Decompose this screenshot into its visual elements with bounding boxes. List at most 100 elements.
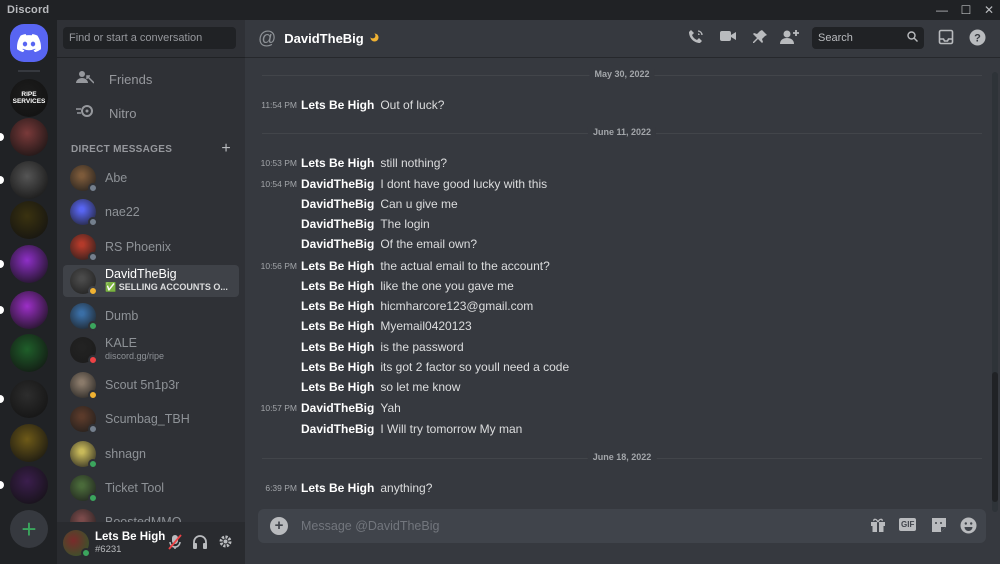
sticker-icon[interactable] [929, 517, 949, 535]
dm-list-item[interactable]: shnagn [63, 438, 239, 470]
chat-area: @ DavidTheBig Search ? May 30, 2022 June… [245, 20, 1000, 564]
svg-text:?: ? [974, 33, 981, 45]
conversation-search-input[interactable]: Find or start a conversation [63, 27, 236, 49]
direct-messages-label: DIRECT MESSAGES [71, 144, 173, 155]
message-author[interactable]: DavidTheBig [301, 237, 374, 251]
server-icon[interactable] [10, 201, 48, 239]
dm-list-item[interactable]: KALE discord.gg/ripe [63, 334, 239, 366]
nitro-nav-item[interactable]: Nitro [63, 98, 239, 128]
message-row[interactable]: 10:57 PM DavidTheBig Yah [245, 398, 985, 418]
message-row[interactable]: DavidTheBig Of the email own? [245, 234, 985, 254]
server-icon[interactable] [10, 161, 48, 199]
home-button[interactable] [10, 24, 48, 62]
friends-nav-item[interactable]: Friends [63, 64, 239, 94]
dm-list-item[interactable]: Dumb [63, 300, 239, 332]
message-content: still nothing? [380, 156, 448, 170]
dm-list-item[interactable]: Abe [63, 162, 239, 194]
add-server-button[interactable]: + [10, 510, 48, 548]
at-sign-icon: @ [258, 28, 277, 48]
user-avatar[interactable] [63, 530, 91, 558]
message-row[interactable]: 10:53 PM Lets Be High still nothing? [245, 153, 985, 173]
status-indicator [88, 286, 98, 296]
server-list: RIPE SERVICES + [0, 20, 57, 564]
message-row[interactable]: Lets Be High Myemail0420123 [245, 316, 985, 336]
message-timestamp: 10:54 PM [260, 179, 297, 189]
message-author[interactable]: DavidTheBig [301, 177, 374, 191]
message-row[interactable]: 6:39 PM Lets Be High anything? [245, 478, 985, 498]
message-author[interactable]: Lets Be High [301, 360, 374, 374]
gift-icon[interactable] [868, 517, 888, 535]
dm-list-item[interactable]: nae22 [63, 196, 239, 228]
video-call-icon[interactable] [718, 29, 738, 49]
message-content: Out of luck? [380, 98, 445, 112]
message-input[interactable]: Message @DavidTheBig [301, 519, 439, 533]
dm-list-item[interactable]: RS Phoenix [63, 231, 239, 263]
message-author[interactable]: DavidTheBig [301, 197, 374, 211]
server-icon[interactable] [10, 466, 48, 504]
pinned-messages-icon[interactable] [750, 29, 770, 49]
user-panel: Lets Be High #6231 [57, 522, 245, 564]
server-icon[interactable] [10, 118, 48, 156]
mute-microphone-icon[interactable] [166, 534, 184, 552]
message-author[interactable]: DavidTheBig [301, 401, 374, 415]
message-row[interactable]: Lets Be High so let me know [245, 377, 985, 397]
message-row[interactable]: Lets Be High is the password [245, 337, 985, 357]
message-timestamp: 10:57 PM [260, 403, 297, 413]
message-author[interactable]: Lets Be High [301, 380, 374, 394]
dm-list-item[interactable]: Ticket Tool [63, 472, 239, 504]
message-row[interactable]: Lets Be High its got 2 factor so youll ne… [245, 357, 985, 377]
close-button[interactable]: ✕ [977, 0, 1000, 20]
message-author[interactable]: Lets Be High [301, 340, 374, 354]
dm-list-item[interactable]: Scumbag_TBH [63, 403, 239, 435]
message-row[interactable]: 10:54 PM DavidTheBig I dont have good luck… [245, 174, 985, 194]
server-icon[interactable] [10, 291, 48, 329]
message-author[interactable]: DavidTheBig [301, 422, 374, 436]
message-author[interactable]: Lets Be High [301, 319, 374, 333]
message-author[interactable]: Lets Be High [301, 279, 374, 293]
dm-list-item[interactable]: DavidTheBig ✅ SELLING ACCOUNTS O... [63, 265, 239, 297]
voice-call-icon[interactable] [686, 29, 706, 49]
message-row[interactable]: 11:54 PM Lets Be High Out of luck? [245, 95, 985, 115]
status-indicator [88, 252, 98, 262]
server-icon[interactable] [10, 424, 48, 462]
message-search-input[interactable]: Search [812, 27, 924, 49]
nitro-icon [73, 104, 97, 122]
gif-picker-button[interactable]: GIF [899, 518, 917, 531]
message-row[interactable]: DavidTheBig Can u give me [245, 194, 985, 214]
message-row[interactable]: 10:56 PM Lets Be High the actual email to … [245, 256, 985, 276]
message-author[interactable]: Lets Be High [301, 156, 374, 170]
message-author[interactable]: Lets Be High [301, 98, 374, 112]
headphones-icon[interactable] [191, 534, 209, 552]
message-author[interactable]: Lets Be High [301, 299, 374, 313]
date-divider: May 30, 2022 [262, 69, 982, 79]
server-icon[interactable] [10, 334, 48, 372]
minimize-button[interactable]: — [930, 0, 954, 20]
scrollbar-thumb[interactable] [992, 372, 998, 502]
settings-gear-icon[interactable] [216, 534, 234, 552]
chat-scrollbar[interactable] [992, 72, 998, 512]
message-row[interactable]: DavidTheBig I Will try tomorrow My man [245, 419, 985, 439]
message-row[interactable]: DavidTheBig The login [245, 214, 985, 234]
server-icon[interactable]: RIPE SERVICES [10, 79, 48, 117]
upload-plus-icon[interactable]: + [270, 517, 288, 535]
help-icon[interactable]: ? [967, 29, 987, 49]
message-composer[interactable]: + Message @DavidTheBig GIF [258, 509, 986, 543]
discord-logo-icon [17, 34, 41, 52]
dm-status-text: discord.gg/ripe [105, 351, 165, 361]
create-dm-button[interactable]: + [221, 141, 231, 157]
message-row[interactable]: Lets Be High like the one you gave me [245, 276, 985, 296]
message-row[interactable]: Lets Be High hicmharcore123@gmail.com [245, 296, 985, 316]
add-friends-to-dm-icon[interactable] [780, 29, 800, 49]
dm-list-item[interactable]: Scout 5n1p3r [63, 369, 239, 401]
message-author[interactable]: Lets Be High [301, 259, 374, 273]
emoji-picker-icon[interactable] [958, 517, 978, 535]
maximize-button[interactable]: ☐ [954, 0, 978, 20]
unread-indicator [0, 306, 4, 314]
server-icon[interactable] [10, 245, 48, 283]
dm-avatar [70, 441, 98, 469]
inbox-icon[interactable] [936, 29, 956, 49]
server-icon[interactable] [10, 380, 48, 418]
message-author[interactable]: Lets Be High [301, 481, 374, 495]
message-author[interactable]: DavidTheBig [301, 217, 374, 231]
message-timestamp: 10:56 PM [260, 261, 297, 271]
